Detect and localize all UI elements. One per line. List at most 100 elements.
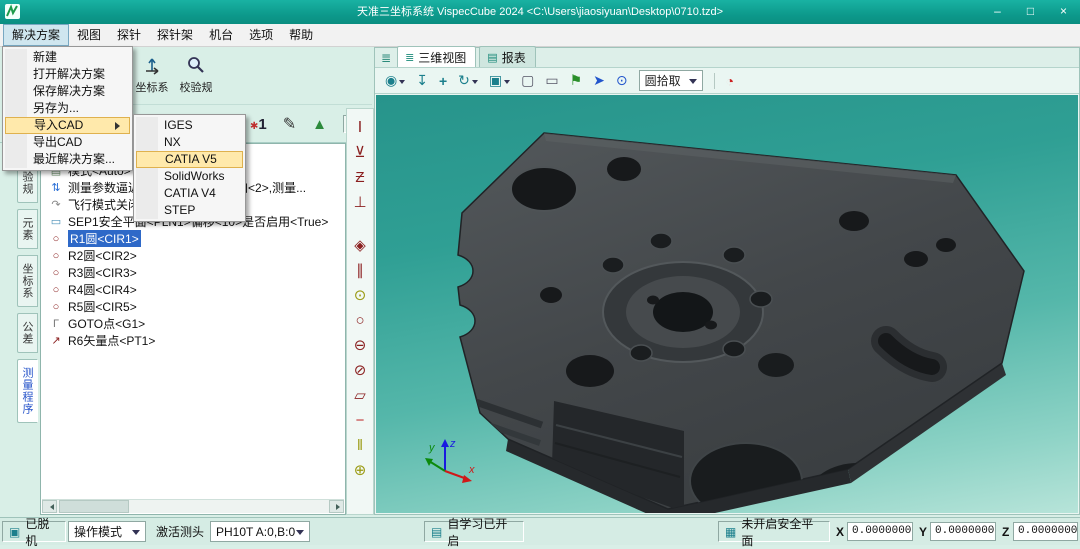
x-coordinate-value: 0.0000000	[847, 522, 913, 541]
param-icon: ⇅	[49, 181, 63, 194]
sphere-element-icon[interactable]: ⊘	[354, 358, 367, 383]
axes-triad: z y x	[421, 431, 481, 491]
tree-row[interactable]: ↗R6矢量点<PT1>	[49, 332, 344, 349]
z-axis-label: Z	[1002, 521, 1009, 542]
point-pick-icon[interactable]: ⊙	[616, 72, 628, 89]
close-button[interactable]: ×	[1051, 3, 1076, 21]
menu-solution[interactable]: 解决方案	[3, 24, 69, 46]
menu-view[interactable]: 视图	[69, 24, 109, 46]
parallel-element-icon[interactable]: ‖	[357, 433, 363, 458]
tab-3d-view[interactable]: ≣ 三维视图	[397, 46, 476, 67]
x-axis-label: X	[836, 521, 844, 542]
menu-options[interactable]: 选项	[241, 24, 281, 46]
gauge-check-button[interactable]: 校验规	[176, 51, 216, 95]
submenu-catia-v5[interactable]: CATIA V5	[136, 151, 243, 168]
magnifier-icon	[176, 51, 216, 79]
tree-icon[interactable]: ▲	[312, 116, 327, 133]
tree-row[interactable]: ○R4圆<CIR4>	[49, 281, 344, 298]
submenu-nx[interactable]: NX	[136, 134, 243, 151]
flag-icon[interactable]: ⚑	[570, 72, 583, 89]
window-title: 天准三坐标系统 VispecCube 2024 <C:\Users\jiaosi…	[0, 0, 1080, 24]
gauge-check-label: 校验规	[176, 79, 216, 95]
count-one-icon[interactable]: ✱1	[250, 116, 267, 133]
plane-element-icon[interactable]: ▱	[354, 383, 366, 408]
menu-save-solution[interactable]: 保存解决方案	[5, 83, 130, 100]
minimize-button[interactable]: –	[985, 3, 1010, 21]
chevron-down-icon	[689, 79, 697, 88]
tree-row-selected[interactable]: ○R1圆<CIR1>	[49, 230, 344, 247]
menu-machine[interactable]: 机台	[201, 24, 241, 46]
menu-recent-solutions[interactable]: 最近解决方案...	[5, 151, 130, 168]
axis-z-label: z	[449, 438, 456, 450]
distance-element-icon[interactable]: Ƶ	[355, 165, 364, 190]
rotate-icon[interactable]: ↻	[458, 72, 478, 89]
menu-open-solution[interactable]: 打开解决方案	[5, 66, 130, 83]
axis-x-label: x	[468, 464, 475, 476]
safety-plane-icon: ▭	[49, 215, 63, 228]
width-element-icon[interactable]: Ⅰ	[358, 115, 362, 140]
submenu-catia-v4[interactable]: CATIA V4	[136, 185, 243, 202]
menu-probe[interactable]: 探针	[109, 24, 149, 46]
ellipse-element-icon[interactable]: ○	[355, 308, 364, 333]
menu-save-as[interactable]: 另存为...	[5, 100, 130, 117]
self-learn-icon: ▤	[431, 525, 442, 539]
menu-new[interactable]: 新建	[5, 49, 130, 66]
iso-view-icon[interactable]: ▣	[489, 72, 510, 89]
tree-row[interactable]: ○R2圆<CIR2>	[49, 247, 344, 264]
perpendicular-element-icon[interactable]: ⊥	[353, 190, 366, 215]
coordinate-system-button[interactable]: 坐标系	[132, 51, 172, 95]
submenu-iges[interactable]: IGES	[136, 117, 243, 134]
axis-y-label: y	[428, 442, 436, 454]
scroll-right-icon[interactable]	[329, 500, 344, 513]
active-probe-dropdown[interactable]: PH10T A:0,B:0	[210, 521, 310, 542]
menu-export-cad[interactable]: 导出CAD	[5, 134, 130, 151]
tab-measure-program[interactable]: 测量程序	[17, 359, 38, 423]
status-bar: ▣ 已脱机 操作模式 激活测头 PH10T A:0,B:0 ▤ 自学习已开启 ▦…	[0, 517, 1080, 545]
pen-icon[interactable]: ✎	[283, 114, 296, 134]
scrollbar-thumb[interactable]	[59, 500, 129, 513]
machine-icon: ▣	[9, 525, 20, 539]
scroll-left-icon[interactable]	[42, 500, 57, 513]
chevron-down-icon	[132, 530, 140, 539]
tab-report[interactable]: ▤ 报表	[479, 46, 535, 67]
maximize-button[interactable]: □	[1018, 3, 1043, 21]
import-cad-submenu: IGES NX CATIA V5 SolidWorks CATIA V4 STE…	[133, 114, 246, 222]
tree-row[interactable]: ○R5圆<CIR5>	[49, 298, 344, 315]
cad-model	[416, 125, 1076, 513]
slot-element-icon[interactable]: ⊖	[354, 333, 367, 358]
fit-view-icon[interactable]: ▭	[545, 72, 558, 89]
tab-elements[interactable]: 元素	[17, 209, 38, 249]
tree-horizontal-scrollbar[interactable]	[42, 499, 344, 513]
menu-probe-rack[interactable]: 探针架	[149, 24, 201, 46]
fly-mode-icon: ↷	[49, 198, 63, 211]
offline-status: ▣ 已脱机	[2, 521, 66, 542]
report-icon: ▤	[487, 51, 497, 64]
pan-icon[interactable]: +	[439, 73, 447, 89]
tree-row[interactable]: ○R3圆<CIR3>	[49, 264, 344, 281]
select-box-icon[interactable]: ▢	[521, 72, 534, 89]
menu-help[interactable]: 帮助	[281, 24, 321, 46]
point-element-icon[interactable]: ◈	[354, 233, 366, 258]
menu-import-cad[interactable]: 导入CAD	[5, 117, 130, 134]
circle-icon: ○	[49, 267, 63, 279]
circle-element-icon[interactable]: ⊙	[354, 283, 367, 308]
line-element-icon[interactable]: ∥	[356, 258, 364, 283]
compass-icon[interactable]: ◔	[726, 73, 734, 89]
operation-mode-dropdown[interactable]: 操作模式	[68, 521, 146, 542]
cylinder-element-icon[interactable]: ⊕	[354, 458, 367, 483]
submenu-step[interactable]: STEP	[136, 202, 243, 219]
cursor-pick-icon[interactable]: ➤	[593, 72, 605, 89]
tab-tolerance[interactable]: 公差	[17, 313, 38, 353]
panel-menu-icon[interactable]: ≣	[381, 51, 391, 65]
circle-pick-dropdown[interactable]: 圆拾取	[639, 70, 703, 91]
viewport-3d[interactable]: z y x	[376, 95, 1078, 513]
view-eye-icon[interactable]: ◉	[385, 72, 405, 89]
probe-touch-icon[interactable]: ↧	[416, 72, 428, 89]
tab-coordinate-system[interactable]: 坐标系	[17, 255, 38, 307]
dash-element-icon[interactable]: −	[356, 408, 365, 433]
submenu-solidworks[interactable]: SolidWorks	[136, 168, 243, 185]
goto-icon: Γ	[49, 318, 63, 330]
angle-element-icon[interactable]: ⊻	[355, 140, 366, 165]
tree-row[interactable]: ΓGOTO点<G1>	[49, 315, 344, 332]
safety-plane-icon: ▦	[725, 525, 736, 539]
